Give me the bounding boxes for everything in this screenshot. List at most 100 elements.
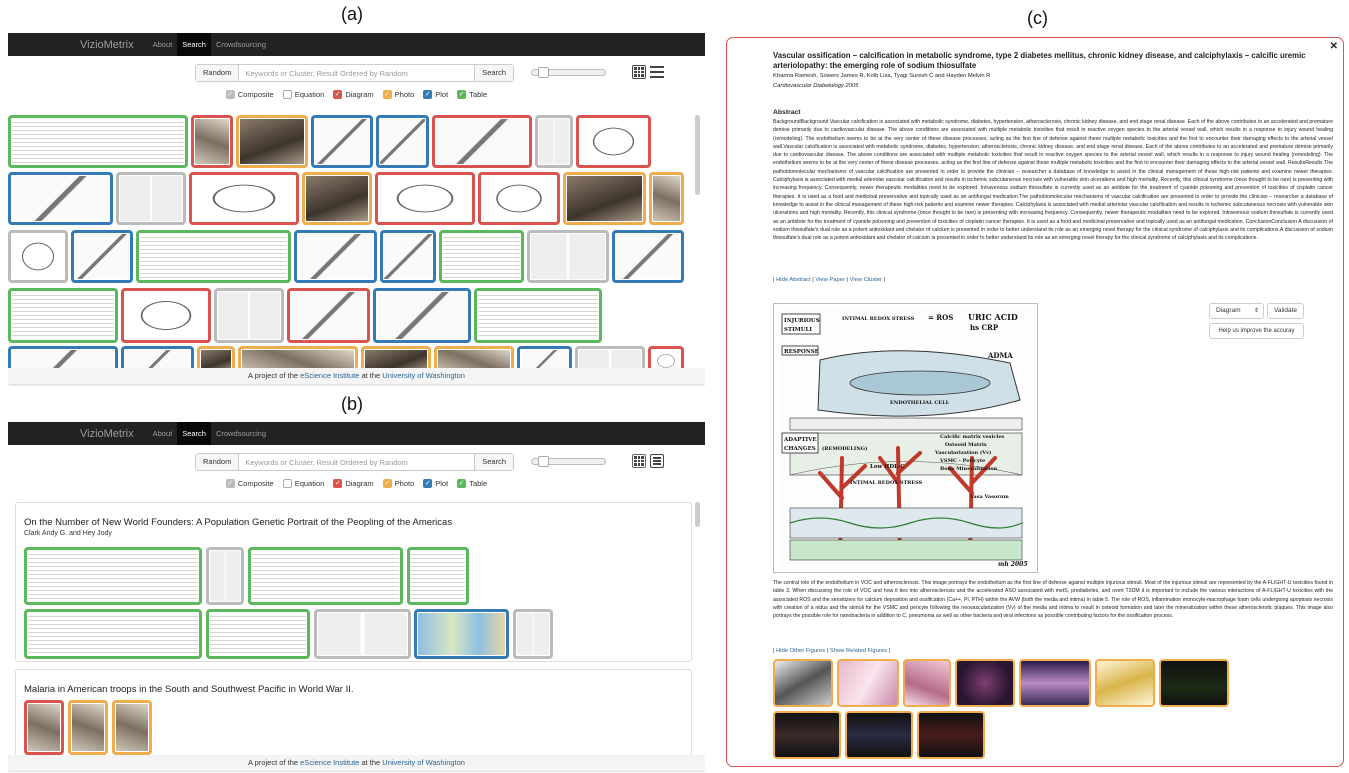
- figure-thumbnail[interactable]: [414, 609, 509, 659]
- view-paper-link[interactable]: View Paper: [815, 277, 845, 283]
- nav-crowdsourcing[interactable]: Crowdsourcing: [211, 33, 271, 56]
- figure-thumbnail[interactable]: [311, 115, 373, 168]
- filter-diagram[interactable]: ✓ Diagram: [333, 89, 374, 99]
- figure-thumbnail[interactable]: [8, 115, 188, 168]
- figure-thumbnail[interactable]: [68, 700, 108, 755]
- related-figure-thumbnail[interactable]: [917, 711, 985, 759]
- search-button[interactable]: Search: [474, 454, 513, 470]
- filter-composite[interactable]: ✓ Composite: [225, 89, 274, 99]
- list-view-icon[interactable]: [650, 65, 664, 79]
- figure-thumbnail[interactable]: [513, 609, 553, 659]
- nav-about[interactable]: About: [148, 422, 178, 445]
- figure-thumbnail[interactable]: [206, 547, 244, 605]
- size-slider[interactable]: [531, 456, 606, 467]
- grid-view-icon[interactable]: [632, 65, 646, 79]
- figure-thumbnail[interactable]: [8, 288, 118, 343]
- figure-thumbnail[interactable]: [214, 288, 284, 343]
- checkbox-plot[interactable]: ✓: [423, 478, 433, 488]
- escience-link[interactable]: eScience Institute: [300, 758, 359, 767]
- random-button[interactable]: Random: [196, 65, 240, 81]
- filter-composite[interactable]: ✓ Composite: [225, 478, 274, 488]
- nav-crowdsourcing[interactable]: Crowdsourcing: [211, 422, 271, 445]
- escience-link[interactable]: eScience Institute: [300, 371, 359, 380]
- checkbox-composite[interactable]: ✓: [225, 89, 235, 99]
- nav-search[interactable]: Search: [177, 422, 211, 445]
- figure-thumbnail[interactable]: [576, 115, 651, 168]
- checkbox-diagram[interactable]: ✓: [333, 89, 343, 99]
- size-slider[interactable]: [531, 67, 606, 78]
- related-figure-thumbnail[interactable]: [845, 711, 913, 759]
- filter-photo[interactable]: ✓ Photo: [382, 89, 414, 99]
- figure-thumbnail[interactable]: [24, 547, 202, 605]
- scrollbar[interactable]: [695, 115, 700, 195]
- random-button[interactable]: Random: [196, 454, 240, 470]
- figure-thumbnail[interactable]: [478, 172, 560, 225]
- filter-plot[interactable]: ✓ Plot: [423, 478, 448, 488]
- view-cluster-link[interactable]: View Cluster: [850, 277, 882, 283]
- result-title[interactable]: On the Number of New World Founders: A P…: [24, 517, 452, 528]
- list-view-icon[interactable]: [650, 454, 664, 468]
- figure-thumbnail[interactable]: [24, 609, 202, 659]
- figure-thumbnail[interactable]: [432, 115, 532, 168]
- uw-link[interactable]: University of Washington: [382, 371, 465, 380]
- figure-thumbnail[interactable]: [649, 172, 684, 225]
- scrollbar[interactable]: [695, 502, 700, 527]
- figure-thumbnail[interactable]: [8, 230, 68, 283]
- checkbox-table[interactable]: ✓: [457, 478, 467, 488]
- figure-thumbnail[interactable]: [71, 230, 133, 283]
- hide-abstract-link[interactable]: Hide Abstract: [776, 277, 810, 283]
- figure-thumbnail[interactable]: [116, 172, 186, 225]
- checkbox-photo[interactable]: ✓: [382, 478, 392, 488]
- figure-thumbnail[interactable]: [189, 172, 299, 225]
- related-figure-thumbnail[interactable]: [1095, 659, 1155, 707]
- figure-thumbnail[interactable]: [527, 230, 609, 283]
- related-figure-thumbnail[interactable]: [955, 659, 1015, 707]
- figure-thumbnail[interactable]: [294, 230, 377, 283]
- figure-thumbnail[interactable]: [314, 609, 411, 659]
- brand-logo[interactable]: VizioMetrix: [80, 39, 134, 51]
- figure-thumbnail[interactable]: [375, 172, 475, 225]
- figure-thumbnail[interactable]: [206, 609, 310, 659]
- filter-table[interactable]: ✓ Table: [457, 89, 487, 99]
- related-figure-thumbnail[interactable]: [1159, 659, 1229, 707]
- filter-equation[interactable]: Equation: [282, 478, 324, 488]
- close-icon[interactable]: ✕: [1330, 41, 1338, 52]
- figure-thumbnail[interactable]: [380, 230, 436, 283]
- search-input[interactable]: [239, 457, 475, 467]
- figure-thumbnail[interactable]: [236, 115, 308, 168]
- figure-thumbnail[interactable]: [474, 288, 602, 343]
- checkbox-equation[interactable]: [282, 478, 292, 488]
- figure-thumbnail[interactable]: [376, 115, 429, 168]
- related-figure-thumbnail[interactable]: [773, 711, 841, 759]
- uw-link[interactable]: University of Washington: [382, 758, 465, 767]
- figure-thumbnail[interactable]: [8, 172, 113, 225]
- brand-logo[interactable]: VizioMetrix: [80, 428, 134, 440]
- related-figure-thumbnail[interactable]: [903, 659, 951, 707]
- figure-thumbnail[interactable]: [302, 172, 372, 225]
- show-related-figures-link[interactable]: Show Related Figures: [830, 648, 887, 654]
- validate-button[interactable]: Validate: [1267, 303, 1304, 319]
- figure-thumbnail[interactable]: [248, 547, 403, 605]
- figure-thumbnail[interactable]: [535, 115, 573, 168]
- result-title[interactable]: Malaria in American troops in the South …: [24, 684, 354, 695]
- improve-accuracy-button[interactable]: Help us improve the accuray: [1209, 323, 1304, 339]
- figure-thumbnail[interactable]: [191, 115, 233, 168]
- figure-thumbnail[interactable]: [439, 230, 524, 283]
- search-button[interactable]: Search: [474, 65, 513, 81]
- figure-thumbnail[interactable]: [612, 230, 684, 283]
- checkbox-photo[interactable]: ✓: [382, 89, 392, 99]
- filter-equation[interactable]: Equation: [282, 89, 324, 99]
- filter-photo[interactable]: ✓ Photo: [382, 478, 414, 488]
- checkbox-diagram[interactable]: ✓: [333, 478, 343, 488]
- grid-view-icon[interactable]: [632, 454, 646, 468]
- related-figure-thumbnail[interactable]: [1019, 659, 1091, 707]
- nav-search[interactable]: Search: [177, 33, 211, 56]
- hide-other-figures-link[interactable]: Hide Other Figures: [776, 648, 825, 654]
- figure-thumbnail[interactable]: [563, 172, 646, 225]
- checkbox-plot[interactable]: ✓: [423, 89, 433, 99]
- figure-thumbnail[interactable]: [121, 288, 211, 343]
- related-figure-thumbnail[interactable]: [773, 659, 833, 707]
- search-input[interactable]: [239, 68, 475, 78]
- figure-thumbnail[interactable]: [407, 547, 469, 605]
- figure-thumbnail[interactable]: [112, 700, 152, 755]
